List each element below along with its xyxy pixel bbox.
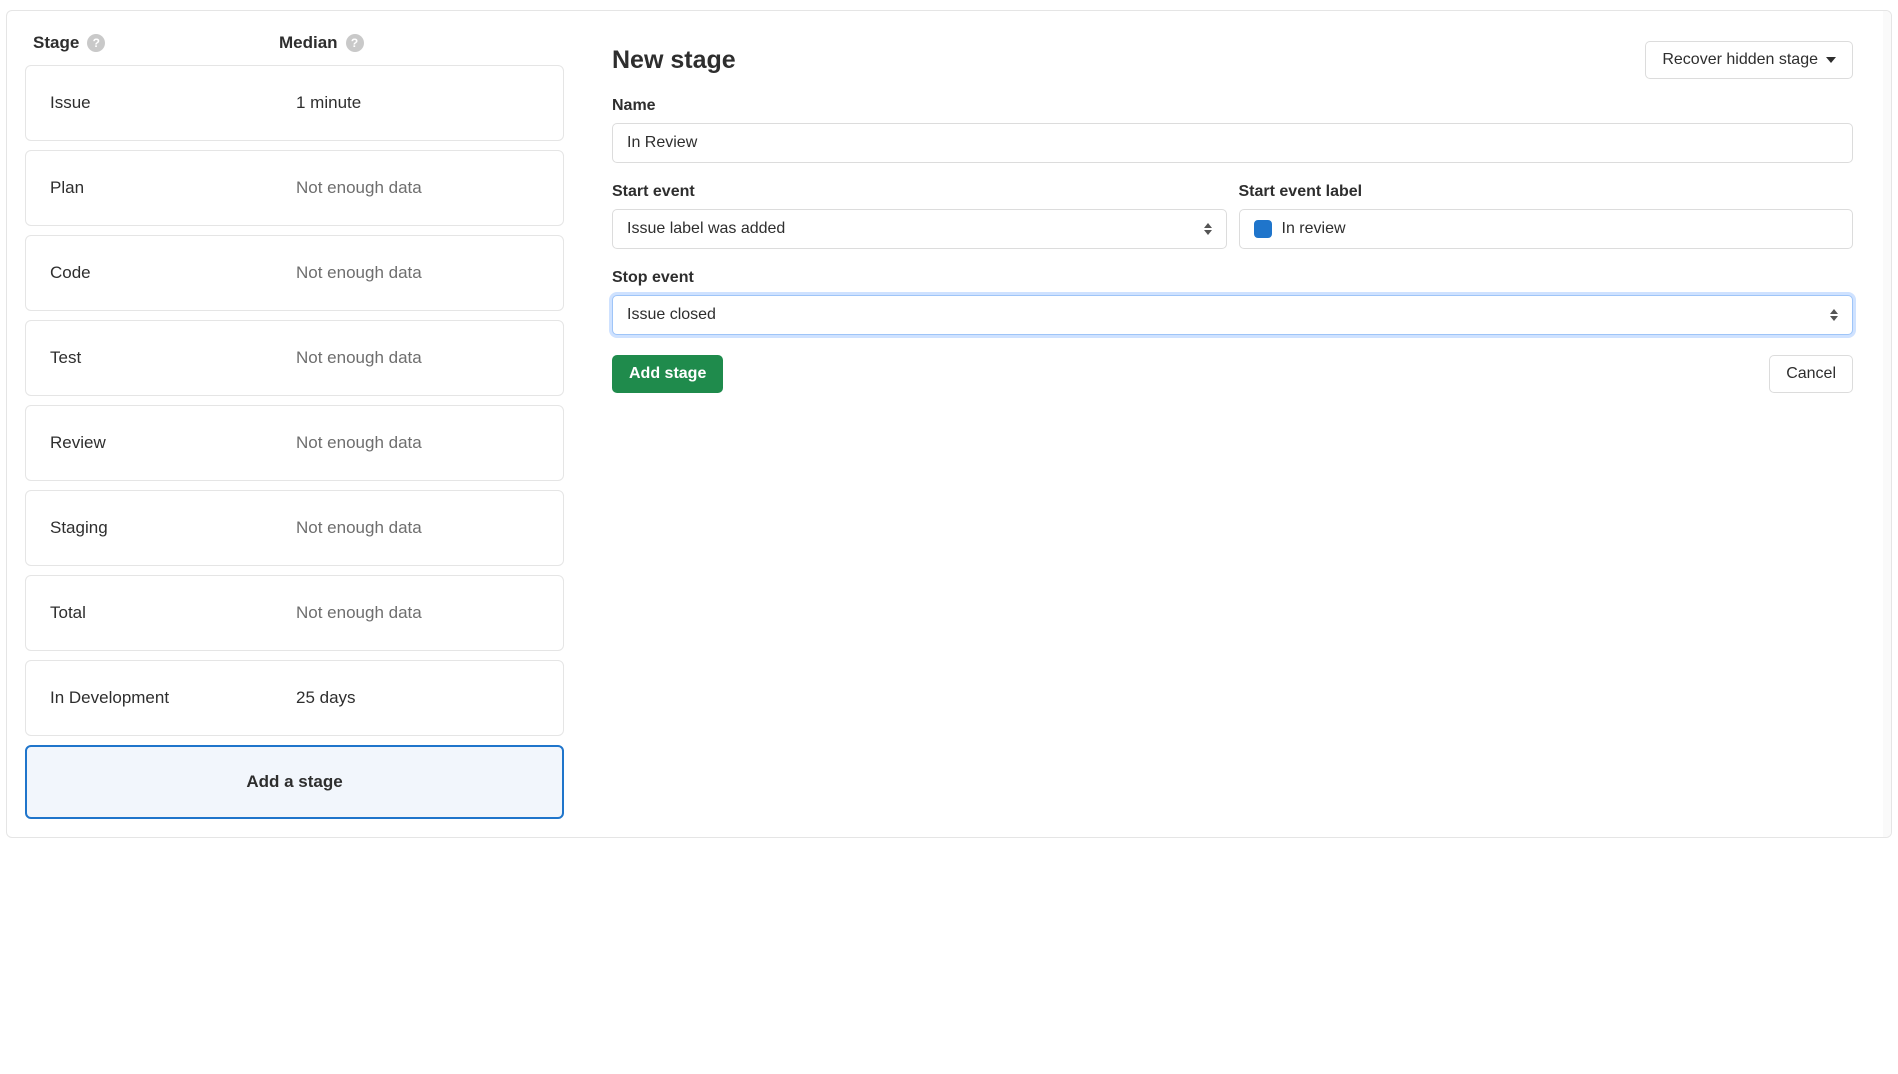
stage-name: Issue [50,93,296,113]
stage-list-pane: Stage ? Median ? Issue1 minutePlanNot en… [7,11,582,837]
column-header-median-text: Median [279,33,338,53]
stage-name: In Development [50,688,296,708]
help-icon[interactable]: ? [346,34,364,52]
chevron-down-icon [1826,57,1836,63]
form-actions: Add stage Cancel [612,355,1853,393]
cancel-button[interactable]: Cancel [1769,355,1853,393]
start-event-label-value: In review [1282,220,1346,238]
form-header: New stage Recover hidden stage [612,41,1853,79]
stage-row[interactable]: ReviewNot enough data [25,405,564,481]
column-header-median: Median ? [279,33,556,53]
stage-list-headers: Stage ? Median ? [25,33,564,65]
stage-median: Not enough data [296,433,539,453]
stage-median: Not enough data [296,518,539,538]
start-event-select[interactable]: Issue label was added [612,209,1227,249]
form-group-start-event: Start event Issue label was added [612,183,1227,249]
form-group-start-event-label: Start event label In review [1239,183,1854,249]
label-color-swatch [1254,220,1272,238]
name-label: Name [612,97,1853,115]
stage-median: 1 minute [296,93,539,113]
recover-hidden-stage-button[interactable]: Recover hidden stage [1645,41,1853,79]
stage-row[interactable]: Issue1 minute [25,65,564,141]
add-stage-button[interactable]: Add a stage [25,745,564,819]
start-event-label-picker[interactable]: In review [1239,209,1854,249]
stage-median: Not enough data [296,603,539,623]
stage-name: Code [50,263,296,283]
name-input[interactable] [612,123,1853,163]
stage-row[interactable]: In Development25 days [25,660,564,736]
stage-median: Not enough data [296,263,539,283]
cancel-button-label: Cancel [1786,365,1836,383]
stage-row[interactable]: PlanNot enough data [25,150,564,226]
stage-median: 25 days [296,688,539,708]
stage-name: Total [50,603,296,623]
stage-name: Test [50,348,296,368]
stage-name: Staging [50,518,296,538]
stage-name: Review [50,433,296,453]
stop-event-label: Stop event [612,269,1853,287]
stage-median: Not enough data [296,178,539,198]
form-title: New stage [612,46,736,75]
form-row-start-event: Start event Issue label was added Start … [612,183,1853,249]
add-stage-button-label: Add a stage [246,772,342,791]
add-stage-submit-label: Add stage [629,365,706,383]
stop-event-select[interactable]: Issue closed [612,295,1853,335]
column-header-stage: Stage ? [33,33,279,53]
new-stage-form: New stage Recover hidden stage Name Star… [582,11,1891,837]
stage-row[interactable]: StagingNot enough data [25,490,564,566]
column-header-stage-text: Stage [33,33,79,53]
start-event-value: Issue label was added [627,220,785,237]
help-icon[interactable]: ? [87,34,105,52]
add-stage-submit-button[interactable]: Add stage [612,355,723,393]
stage-rows: Issue1 minutePlanNot enough dataCodeNot … [25,65,564,736]
start-event-label: Start event [612,183,1227,201]
stage-row[interactable]: CodeNot enough data [25,235,564,311]
form-group-name: Name [612,97,1853,163]
recover-hidden-stage-label: Recover hidden stage [1662,51,1818,69]
stage-median: Not enough data [296,348,539,368]
form-group-stop-event: Stop event Issue closed [612,269,1853,335]
start-event-label-label: Start event label [1239,183,1854,201]
stop-event-value: Issue closed [627,306,716,323]
stage-analytics-card: Stage ? Median ? Issue1 minutePlanNot en… [6,10,1892,838]
select-caret-icon [1830,309,1838,321]
stage-row[interactable]: TotalNot enough data [25,575,564,651]
stage-row[interactable]: TestNot enough data [25,320,564,396]
select-caret-icon [1204,223,1212,235]
stage-name: Plan [50,178,296,198]
